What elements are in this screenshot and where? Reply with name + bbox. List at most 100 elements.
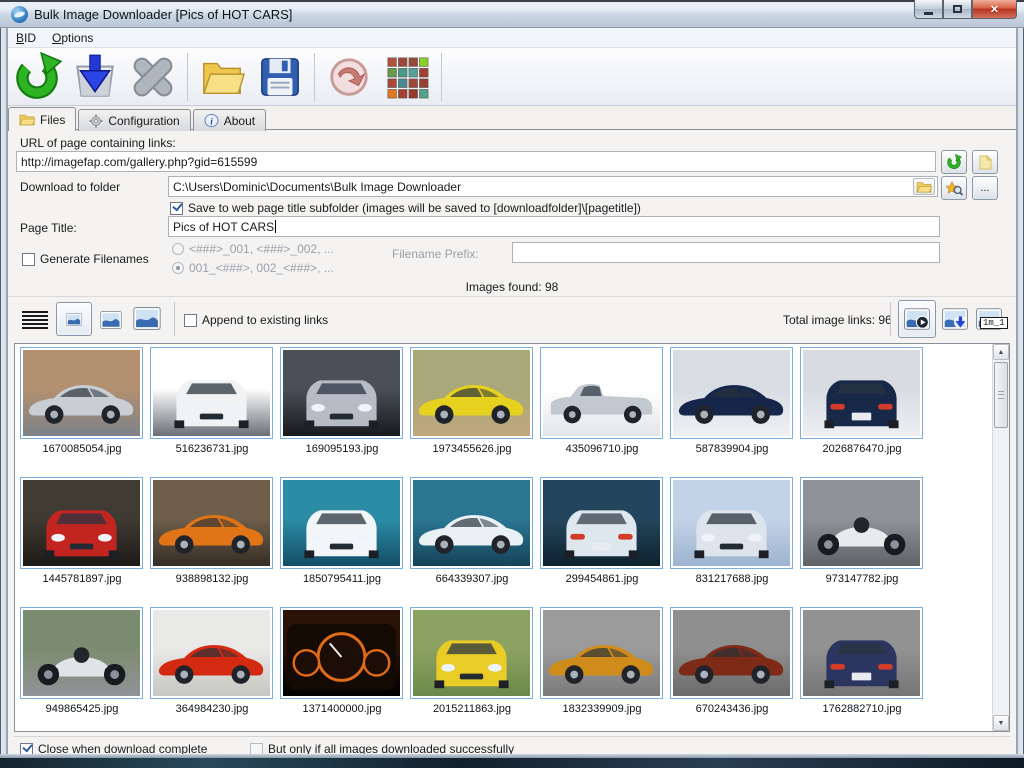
thumbnail-item[interactable]: 973147782.jpg bbox=[797, 474, 927, 596]
browse-folder-button[interactable] bbox=[913, 178, 935, 195]
thumbnail-filename: 2026876470.jpg bbox=[797, 443, 927, 455]
thumbnail-item[interactable]: 1973455626.jpg bbox=[407, 344, 537, 466]
thumbnail-item[interactable]: 670243436.jpg bbox=[667, 604, 797, 726]
cancel-button[interactable] bbox=[124, 51, 182, 103]
thumbnail-image[interactable] bbox=[800, 347, 923, 439]
url-input[interactable]: http://imagefap.com/gallery.php?gid=6155… bbox=[16, 151, 936, 172]
thumbnail-image[interactable] bbox=[800, 477, 923, 569]
large-thumbnails-button[interactable] bbox=[130, 303, 164, 333]
checkbox-box[interactable] bbox=[22, 253, 35, 266]
thumbnail-filename: 2015211863.jpg bbox=[407, 703, 537, 715]
checkbox-box[interactable] bbox=[184, 314, 197, 327]
thumbnail-item[interactable]: 516236731.jpg bbox=[147, 344, 277, 466]
tab-files[interactable]: Files bbox=[8, 107, 76, 131]
thumbnail-item[interactable]: 1832339909.jpg bbox=[537, 604, 667, 726]
vertical-scrollbar[interactable]: ▲ ▼ bbox=[992, 344, 1009, 731]
thumbnail-image[interactable] bbox=[280, 477, 403, 569]
thumbnail-item[interactable]: 1762882710.jpg bbox=[797, 604, 927, 726]
thumbnail-filename: 435096710.jpg bbox=[537, 443, 667, 455]
car-photo bbox=[283, 610, 400, 696]
append-links-checkbox[interactable]: Append to existing links bbox=[184, 313, 328, 327]
generate-filenames-checkbox[interactable]: Generate Filenames bbox=[22, 252, 149, 266]
thumbnail-image[interactable] bbox=[150, 477, 273, 569]
menu-options[interactable]: Options bbox=[44, 29, 101, 47]
download-selected-button[interactable] bbox=[938, 303, 972, 335]
minimize-button[interactable] bbox=[914, 0, 943, 19]
car-photo bbox=[673, 480, 790, 566]
medium-thumbnails-button[interactable] bbox=[94, 305, 128, 335]
reload-url-button[interactable] bbox=[941, 150, 967, 174]
small-thumbnails-button[interactable] bbox=[56, 302, 92, 336]
thumbnail-item[interactable]: 1445781897.jpg bbox=[17, 474, 147, 596]
thumbnail-item[interactable]: 2026876470.jpg bbox=[797, 344, 927, 466]
thumbnail-item[interactable]: 299454861.jpg bbox=[537, 474, 667, 596]
thumbnail-image[interactable] bbox=[670, 607, 793, 699]
menu-bid[interactable]: BID bbox=[8, 29, 44, 47]
tab-configuration[interactable]: Configuration bbox=[78, 109, 190, 131]
car-photo bbox=[673, 610, 790, 696]
thumbnail-item[interactable]: 1850795411.jpg bbox=[277, 474, 407, 596]
thumbnail-item[interactable]: 1670085054.jpg bbox=[17, 344, 147, 466]
thumbnail-image[interactable] bbox=[410, 347, 533, 439]
title-bar[interactable]: Bulk Image Downloader [Pics of HOT CARS]… bbox=[0, 0, 1024, 28]
thumbnail-item[interactable]: 664339307.jpg bbox=[407, 474, 537, 596]
radio-dot[interactable] bbox=[172, 243, 184, 255]
thumbnail-filename: 1832339909.jpg bbox=[537, 703, 667, 715]
image-grid-button[interactable] bbox=[378, 51, 436, 103]
subfolder-checkbox[interactable]: Save to web page title subfolder (images… bbox=[170, 201, 641, 215]
prefix-input[interactable] bbox=[512, 242, 940, 263]
start-download-button[interactable] bbox=[66, 51, 124, 103]
thumbnail-item[interactable]: 364984230.jpg bbox=[147, 604, 277, 726]
thumbnail-image[interactable] bbox=[150, 347, 273, 439]
page-title-input[interactable]: Pics of HOT CARS bbox=[168, 216, 940, 237]
thumbnail-item[interactable]: 435096710.jpg bbox=[537, 344, 667, 466]
thumbnail-image[interactable] bbox=[540, 477, 663, 569]
thumbnail-image[interactable] bbox=[540, 347, 663, 439]
thumbnail-image[interactable] bbox=[410, 607, 533, 699]
checkbox-box[interactable] bbox=[170, 202, 183, 215]
thumbnail-image[interactable] bbox=[540, 607, 663, 699]
divider bbox=[8, 296, 1016, 297]
radio-dot[interactable] bbox=[172, 262, 184, 274]
thumbnail-image[interactable] bbox=[670, 347, 793, 439]
retry-failed-button[interactable] bbox=[320, 51, 378, 103]
scan-page-button[interactable] bbox=[8, 51, 66, 103]
thumbnail-image[interactable] bbox=[280, 347, 403, 439]
thumbnail-image[interactable] bbox=[670, 477, 793, 569]
tab-about[interactable]: i About bbox=[193, 109, 266, 131]
folder-input[interactable]: C:\Users\Dominic\Documents\Bulk Image Do… bbox=[168, 176, 938, 197]
thumbnail-image[interactable] bbox=[280, 607, 403, 699]
thumbnail-image[interactable] bbox=[800, 607, 923, 699]
thumbnail-item[interactable]: 831217688.jpg bbox=[667, 474, 797, 596]
thumbnail-image[interactable] bbox=[150, 607, 273, 699]
thumbnail-item[interactable]: 587839904.jpg bbox=[667, 344, 797, 466]
maximize-button[interactable] bbox=[943, 0, 972, 19]
filename-pattern-radio-1[interactable]: <###>_001, <###>_002, ... bbox=[172, 242, 334, 256]
save-links-button[interactable] bbox=[251, 51, 309, 103]
thumbnail-item[interactable]: 949865425.jpg bbox=[17, 604, 147, 726]
explore-folder-button[interactable] bbox=[941, 176, 967, 200]
thumbnail-image[interactable] bbox=[20, 477, 143, 569]
more-options-button[interactable]: ... bbox=[972, 176, 998, 200]
thumbnail-panel: 1670085054.jpg516236731.jpg169095193.jpg… bbox=[14, 343, 1010, 732]
thumbnail-item[interactable]: 938898132.jpg bbox=[147, 474, 277, 596]
scrollbar-thumb[interactable] bbox=[994, 362, 1008, 428]
thumbnail-image[interactable] bbox=[410, 477, 533, 569]
scroll-up-button[interactable]: ▲ bbox=[993, 344, 1009, 360]
thumbnail-filename: 973147782.jpg bbox=[797, 573, 927, 585]
filename-pattern-radio-2[interactable]: 001_<###>, 002_<###>, ... bbox=[172, 261, 334, 275]
thumbnail-item[interactable]: 2015211863.jpg bbox=[407, 604, 537, 726]
page-info-button[interactable] bbox=[972, 150, 998, 174]
close-button[interactable]: ✕ bbox=[972, 0, 1017, 19]
thumbnail-image[interactable] bbox=[20, 607, 143, 699]
list-view-button[interactable] bbox=[18, 305, 52, 335]
preview-mode-button[interactable] bbox=[898, 300, 936, 338]
thumbnail-image[interactable] bbox=[20, 347, 143, 439]
open-links-button[interactable] bbox=[193, 51, 251, 103]
thumbnail-item[interactable]: 1371400000.jpg bbox=[277, 604, 407, 726]
thumbnail-filename: 1762882710.jpg bbox=[797, 703, 927, 715]
rename-preview-button[interactable]: 1m_1 bbox=[972, 303, 1006, 335]
scroll-down-button[interactable]: ▼ bbox=[993, 715, 1009, 731]
thumbnail-item[interactable]: 169095193.jpg bbox=[277, 344, 407, 466]
car-photo bbox=[413, 480, 530, 566]
